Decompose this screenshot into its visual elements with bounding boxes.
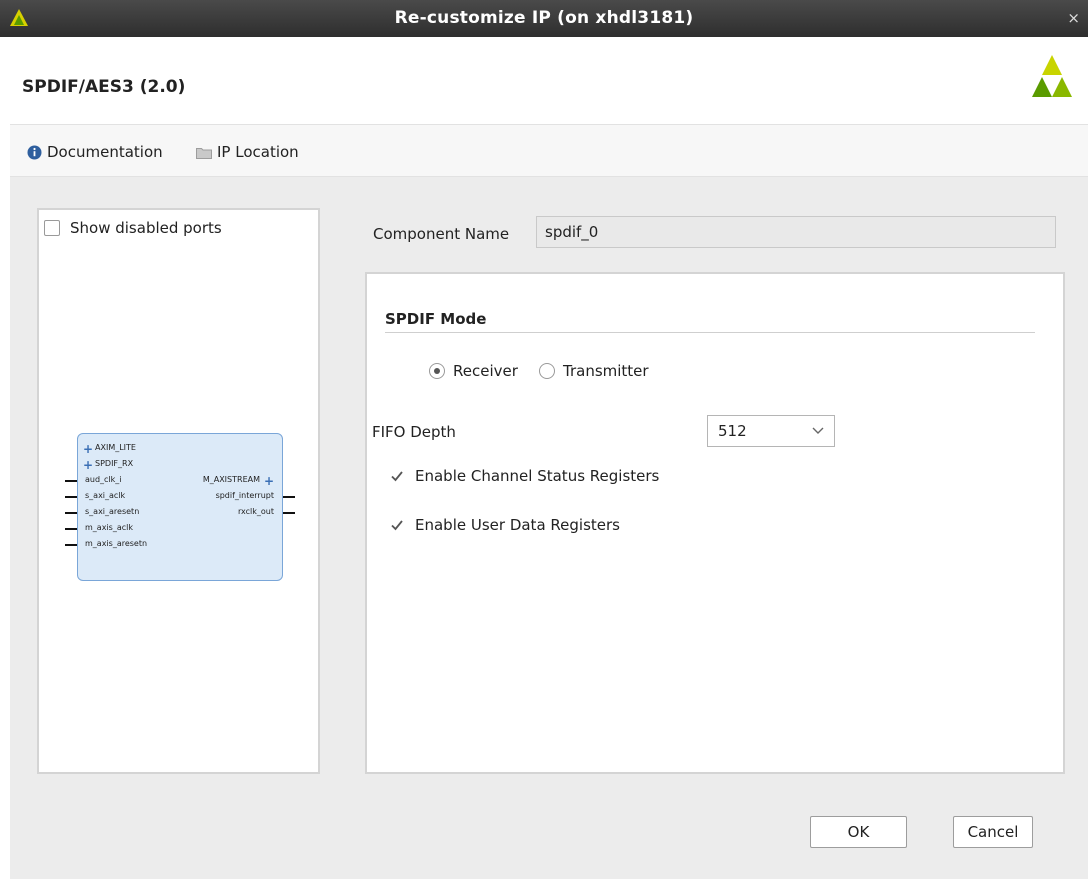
symbol-panel: Show disabled ports + AXIM_LITE + SPDIF_… (37, 208, 320, 774)
window-title: Re-customize IP (on xhdl3181) (394, 8, 694, 28)
xilinx-logo-icon (1032, 55, 1072, 97)
enable-user-data-label: Enable User Data Registers (415, 516, 620, 534)
fifo-depth-select[interactable]: 512 (707, 415, 835, 447)
radio-button[interactable] (539, 363, 555, 379)
config-panel: SPDIF Mode Receiver Transmitter FIFO Dep… (365, 272, 1065, 774)
transmitter-label: Transmitter (563, 362, 649, 380)
show-disabled-ports-label: Show disabled ports (70, 219, 222, 237)
checkbox-box[interactable] (44, 220, 60, 236)
enable-user-data-checkbox[interactable]: Enable User Data Registers (389, 516, 620, 534)
ip-location-link[interactable]: IP Location (196, 143, 299, 161)
port-pin (283, 512, 295, 514)
port-label: m_axis_aresetn (85, 539, 148, 548)
port-label: M_AXISTREAM (202, 475, 260, 484)
port-label: spdif_interrupt (215, 491, 274, 500)
port-label: s_axi_aresetn (85, 507, 140, 516)
cancel-button[interactable]: Cancel (953, 816, 1033, 848)
expand-plus-icon[interactable]: + (83, 459, 93, 471)
checkmark-icon[interactable] (389, 468, 405, 484)
toolbar: Documentation IP Location (10, 125, 1088, 177)
documentation-label: Documentation (47, 143, 163, 161)
checkmark-icon[interactable] (389, 517, 405, 533)
ip-location-label: IP Location (217, 143, 299, 161)
port-label: rxclk_out (237, 507, 274, 516)
expand-plus-icon[interactable]: + (264, 475, 274, 487)
port-pin (65, 528, 77, 530)
radio-button[interactable] (429, 363, 445, 379)
port-label: SPDIF_RX (95, 459, 134, 468)
info-icon (27, 145, 42, 159)
receiver-label: Receiver (453, 362, 518, 380)
ip-name: SPDIF/AES3 (2.0) (22, 77, 186, 97)
fifo-depth-value: 512 (718, 422, 747, 440)
show-disabled-ports-checkbox[interactable]: Show disabled ports (44, 219, 222, 237)
ok-button[interactable]: OK (810, 816, 907, 848)
port-label: AXIM_LITE (95, 443, 136, 452)
enable-channel-status-checkbox[interactable]: Enable Channel Status Registers (389, 467, 659, 485)
port-pin (65, 496, 77, 498)
port-pin (65, 480, 77, 482)
port-pin (283, 496, 295, 498)
component-name-label: Component Name (373, 225, 510, 243)
main-content: Show disabled ports + AXIM_LITE + SPDIF_… (10, 177, 1088, 879)
receiver-radio[interactable]: Receiver (429, 362, 518, 380)
transmitter-radio[interactable]: Transmitter (539, 362, 649, 380)
radio-selected-dot (434, 368, 440, 374)
section-divider (385, 332, 1035, 333)
enable-channel-status-label: Enable Channel Status Registers (415, 467, 660, 485)
ip-symbol: + AXIM_LITE + SPDIF_RX aud_clk_i s_axi_a… (65, 433, 295, 581)
port-label: m_axis_aclk (85, 523, 133, 532)
port-label: s_axi_aclk (85, 491, 126, 500)
close-icon[interactable]: × (1067, 9, 1080, 27)
component-name-input[interactable] (536, 216, 1056, 248)
port-pin (65, 544, 77, 546)
port-label: aud_clk_i (85, 475, 122, 484)
expand-plus-icon[interactable]: + (83, 443, 93, 455)
documentation-link[interactable]: Documentation (27, 143, 163, 161)
folder-icon (196, 147, 212, 159)
chevron-down-icon (812, 427, 824, 434)
title-bar: Re-customize IP (on xhdl3181) × (0, 0, 1088, 37)
port-pin (65, 512, 77, 514)
spdif-mode-title: SPDIF Mode (385, 310, 487, 328)
fifo-depth-label: FIFO Depth (372, 423, 456, 441)
dialog-header: SPDIF/AES3 (2.0) (10, 37, 1088, 125)
